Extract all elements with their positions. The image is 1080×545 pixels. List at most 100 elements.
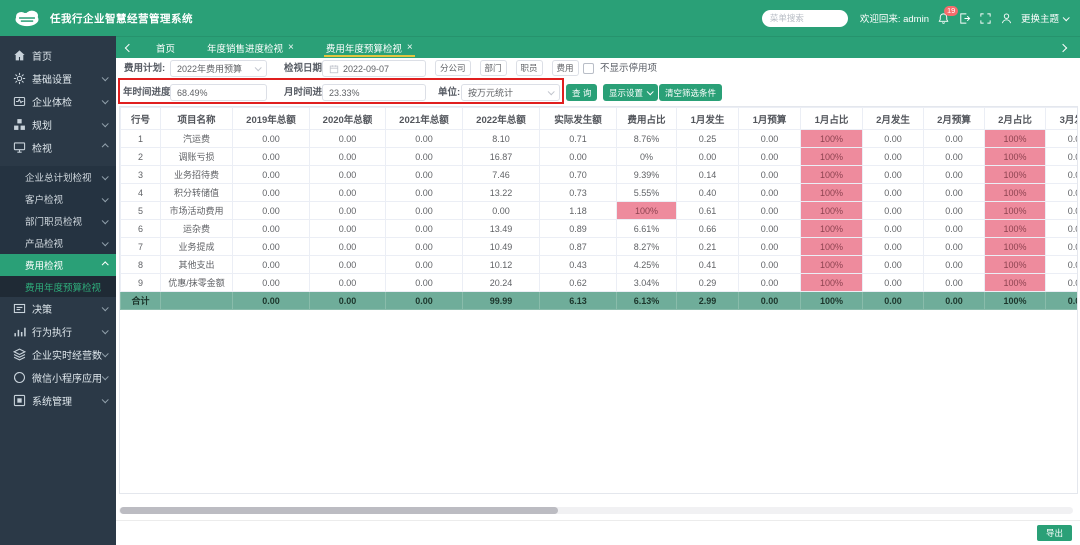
sidebar-item-决策[interactable]: 决策 — [0, 297, 116, 320]
logout-icon[interactable] — [958, 12, 971, 25]
tabs-scroll-left-icon[interactable] — [126, 45, 136, 51]
chevron-down-icon — [1063, 14, 1070, 21]
column-header: 项目名称 — [161, 108, 233, 130]
query-button[interactable]: 查 询 — [566, 84, 597, 101]
month-progress-field[interactable]: 23.33% — [322, 84, 426, 101]
table-row[interactable]: 8其他支出0.000.000.0010.120.434.25%0.410.001… — [121, 256, 1079, 274]
content-footer: 导出 — [116, 520, 1080, 545]
scope-buttons: 分公司部门职员费用 — [435, 60, 579, 76]
unit-select-value: 按万元统计 — [468, 86, 513, 99]
table-cell: 0.25 — [677, 130, 739, 148]
table-cell: 0.73 — [540, 184, 617, 202]
tabs-scroll-right-icon[interactable] — [1060, 45, 1070, 51]
table-cell: 0.00 — [310, 220, 386, 238]
table-cell: 100% — [801, 184, 863, 202]
search-input[interactable] — [762, 10, 848, 27]
table-cell: 0.00 — [924, 238, 985, 256]
table-row[interactable]: 9优惠/抹零金额0.000.000.0020.240.623.04%0.290.… — [121, 274, 1079, 292]
sidebar-item-系统管理[interactable]: 系统管理 — [0, 389, 116, 412]
sidebar-item-费用检视[interactable]: 费用检视 — [0, 254, 116, 276]
plan-select[interactable]: 2022年费用预算 — [170, 60, 267, 77]
sidebar-item-label: 企业体检 — [32, 94, 102, 109]
table-cell: 8.76% — [617, 130, 677, 148]
table-cell: 100% — [985, 166, 1046, 184]
table-cell: 0.00 — [924, 220, 985, 238]
scope-button-职员[interactable]: 职员 — [516, 60, 543, 76]
sidebar-item-客户检视[interactable]: 客户检视 — [0, 188, 116, 210]
table-row[interactable]: 3业务招待费0.000.000.007.460.709.39%0.140.001… — [121, 166, 1079, 184]
total-cell: 0.00 — [233, 292, 310, 310]
table-cell: 0.62 — [540, 274, 617, 292]
sidebar-item-label: 决策 — [32, 301, 102, 316]
chevron-down-icon — [548, 88, 555, 95]
table-cell: 100% — [801, 238, 863, 256]
table-cell: 0.00 — [1046, 256, 1079, 274]
table-cell: 0.00 — [739, 184, 801, 202]
sidebar-item-基础设置[interactable]: 基础设置 — [0, 67, 116, 90]
unit-select[interactable]: 按万元统计 — [461, 84, 560, 101]
bell-icon[interactable]: 19 — [937, 12, 950, 25]
table-cell: 100% — [985, 202, 1046, 220]
table-row[interactable]: 7业务提成0.000.000.0010.490.878.27%0.210.001… — [121, 238, 1079, 256]
sidebar-item-企业实时经营数据[interactable]: 企业实时经营数据 — [0, 343, 116, 366]
sidebar-item-部门职员检视[interactable]: 部门职员检视 — [0, 210, 116, 232]
table-cell: 0.00 — [739, 148, 801, 166]
table-cell: 10.49 — [463, 238, 540, 256]
sidebar-item-规划[interactable]: 规划 — [0, 113, 116, 136]
export-button[interactable]: 导出 — [1037, 525, 1072, 541]
table-cell: 0.00 — [924, 256, 985, 274]
table-cell: 0.00 — [386, 130, 463, 148]
sidebar-item-微信小程序应用[interactable]: 微信小程序应用 — [0, 366, 116, 389]
scope-button-分公司[interactable]: 分公司 — [435, 60, 471, 76]
table-cell: 0.43 — [540, 256, 617, 274]
tab-年度销售进度检视[interactable]: 年度销售进度检视 × — [205, 37, 296, 59]
table-row[interactable]: 2调账亏损0.000.000.0016.870.000%0.000.00100%… — [121, 148, 1079, 166]
clear-filter-button[interactable]: 清空筛选条件 — [659, 84, 722, 101]
table-cell: 积分转储值 — [161, 184, 233, 202]
sidebar-item-label: 企业实时经营数据 — [32, 347, 102, 362]
sidebar-item-行为执行[interactable]: 行为执行 — [0, 320, 116, 343]
sidebar-item-费用年度预算检视[interactable]: 费用年度预算检视 — [0, 276, 116, 297]
table-cell: 0.00 — [1046, 148, 1079, 166]
tab-label: 年度销售进度检视 — [207, 41, 283, 55]
tab-首页[interactable]: 首页 — [154, 37, 177, 59]
sidebar-item-label: 系统管理 — [32, 393, 102, 408]
sidebar-item-企业总计划检视[interactable]: 企业总计划检视 — [0, 166, 116, 188]
table-cell: 100% — [801, 166, 863, 184]
table-cell: 0.00 — [924, 148, 985, 166]
table-cell: 0.00 — [924, 184, 985, 202]
theme-switch[interactable]: 更换主题 — [1021, 11, 1068, 25]
horizontal-scrollbar-thumb[interactable] — [120, 507, 558, 514]
scope-button-费用[interactable]: 费用 — [552, 60, 579, 76]
sidebar-item-检视[interactable]: 检视 — [0, 136, 116, 159]
scope-button-部门[interactable]: 部门 — [480, 60, 507, 76]
table-row[interactable]: 1汽运费0.000.000.008.100.718.76%0.250.00100… — [121, 130, 1079, 148]
table-row[interactable]: 6运杂费0.000.000.0013.490.896.61%0.660.0010… — [121, 220, 1079, 238]
display-settings-button[interactable]: 显示设置 — [603, 84, 658, 101]
user-icon[interactable] — [1000, 12, 1013, 25]
table-cell: 0.00 — [386, 256, 463, 274]
table-cell: 0.00 — [739, 130, 801, 148]
realtime-data-icon — [13, 348, 26, 361]
tab-close-icon[interactable]: × — [288, 43, 294, 53]
table-cell: 0.00 — [463, 202, 540, 220]
chevron-up-icon — [102, 261, 109, 268]
tab-close-icon[interactable]: × — [407, 43, 413, 53]
hide-disabled-checkbox[interactable] — [583, 63, 594, 74]
table-cell: 0.00 — [310, 148, 386, 166]
fullscreen-icon[interactable] — [979, 12, 992, 25]
chevron-down-icon — [102, 97, 109, 104]
date-input[interactable]: 2022-09-07 — [322, 60, 426, 77]
table-cell: 0.41 — [677, 256, 739, 274]
main-content: 费用计划: 2022年费用预算 检视日期: 2022-09-07 分公司部门职员… — [116, 58, 1080, 545]
horizontal-scrollbar-track[interactable] — [119, 507, 1073, 514]
table-cell: 20.24 — [463, 274, 540, 292]
table-row[interactable]: 4积分转储值0.000.000.0013.220.735.55%0.400.00… — [121, 184, 1079, 202]
year-progress-field[interactable]: 68.49% — [170, 84, 267, 101]
sidebar-item-企业体检[interactable]: 企业体检 — [0, 90, 116, 113]
sidebar-item-产品检视[interactable]: 产品检视 — [0, 232, 116, 254]
tab-费用年度预算检视[interactable]: 费用年度预算检视× — [324, 37, 415, 59]
sidebar-item-首页[interactable]: 首页 — [0, 44, 116, 67]
table-cell: 0.00 — [924, 130, 985, 148]
table-row[interactable]: 5市场活动费用0.000.000.000.001.18100%0.610.001… — [121, 202, 1079, 220]
